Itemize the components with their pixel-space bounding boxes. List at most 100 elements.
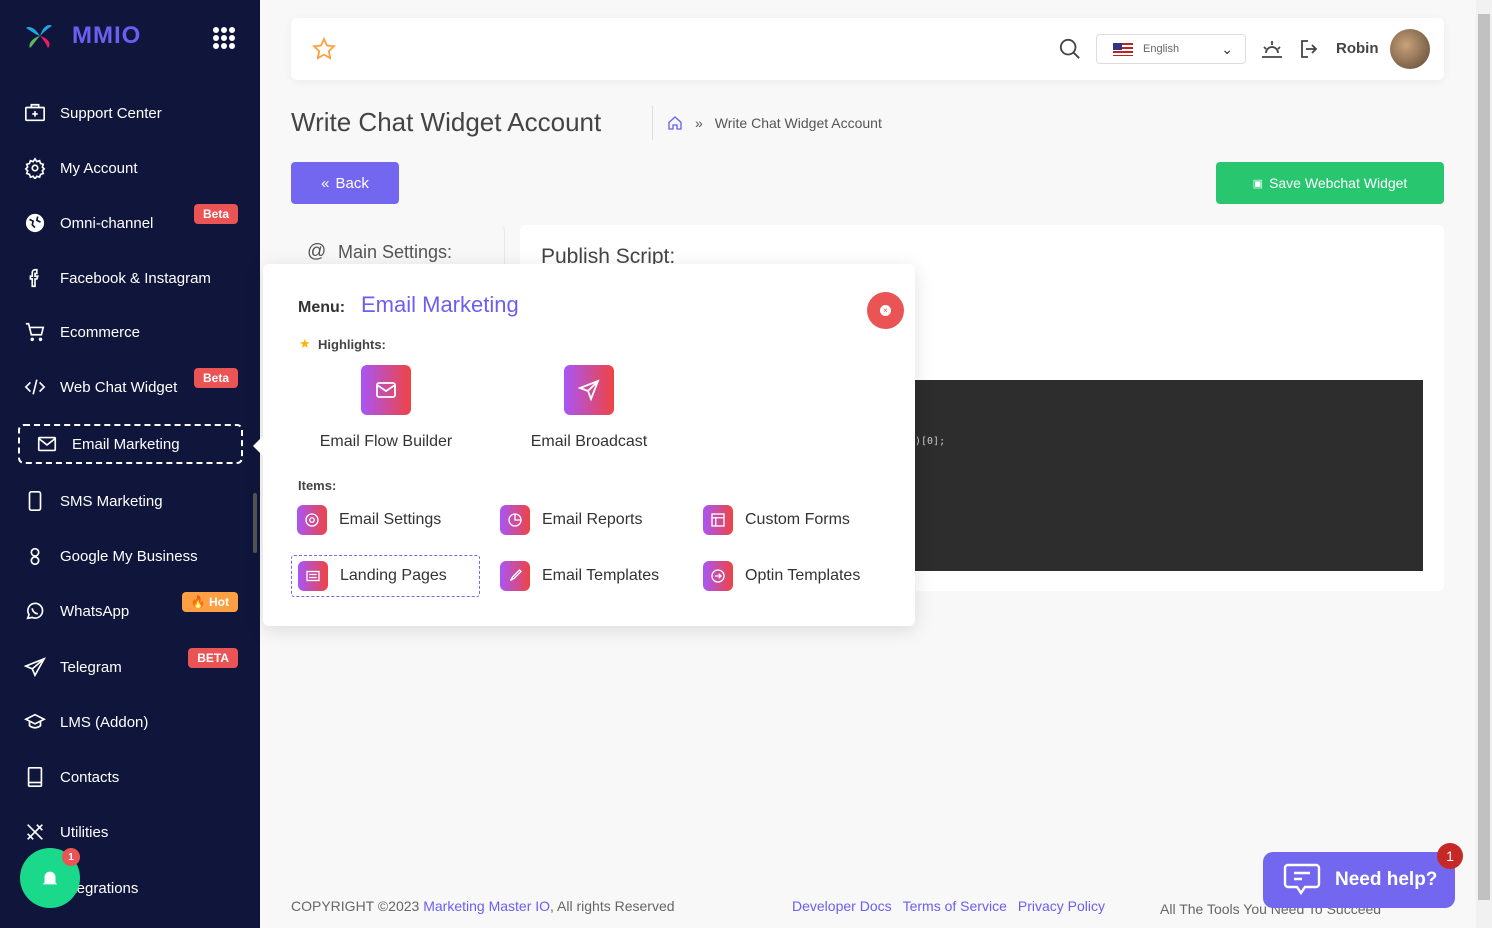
sidebar-item-web-chat-widget[interactable]: Web Chat Widget Beta xyxy=(24,368,238,398)
chevron-down-icon: ⌄ xyxy=(1221,40,1233,57)
page-title: Write Chat Widget Account xyxy=(291,107,602,137)
menu-item-email-templates[interactable]: Email Templates xyxy=(494,555,665,597)
menu-name: Email Marketing xyxy=(361,292,519,317)
help-count-badge: 1 xyxy=(1437,843,1463,869)
sidebar-badge: BETA xyxy=(188,648,238,668)
highlights-label: Highlights: xyxy=(318,337,386,352)
cart-icon xyxy=(25,322,45,342)
mail-icon xyxy=(37,436,57,452)
sidebar-item-label: Facebook & Instagram xyxy=(60,269,211,287)
back-button[interactable]: « Back xyxy=(291,162,399,204)
close-icon: × xyxy=(880,305,891,316)
sidebar-item-google-my-business[interactable]: Google My Business xyxy=(24,545,238,567)
privacy-policy-link[interactable]: Privacy Policy xyxy=(1018,898,1105,914)
graduation-icon xyxy=(24,713,46,729)
email-marketing-menu-popup: Menu: Email Marketing × ★ Highlights: Em… xyxy=(253,264,915,626)
sidebar-item-label: SMS Marketing xyxy=(60,492,163,510)
sidebar-item-label: WhatsApp xyxy=(60,602,130,620)
sidebar-scrollbar[interactable] xyxy=(253,493,257,553)
whatsapp-icon xyxy=(26,602,44,620)
theme-sun-icon[interactable] xyxy=(1260,37,1284,61)
sidebar-badge: Beta xyxy=(193,368,238,388)
save-webchat-widget-button[interactable]: ▣ Save Webchat Widget xyxy=(1216,162,1444,204)
first-aid-icon xyxy=(25,103,45,122)
back-label: Back xyxy=(335,174,369,192)
main-settings-label: Main Settings: xyxy=(338,242,453,262)
sidebar-item-label: Support Center xyxy=(60,104,162,122)
user-name[interactable]: Robin xyxy=(1336,40,1379,57)
need-help-button[interactable]: Need help? xyxy=(1263,852,1455,908)
highlight-email-broadcast[interactable]: Email Broadcast xyxy=(504,365,674,451)
menu-item-label: Email Reports xyxy=(542,511,643,528)
sidebar-item-omni-channel[interactable]: Omni-channel Beta xyxy=(24,204,238,234)
save-icon: ▣ xyxy=(1252,177,1264,190)
breadcrumb-separator: » xyxy=(695,115,703,131)
sidebar-item-whatsapp[interactable]: WhatsApp 🔥 Hot xyxy=(24,592,238,622)
menu-item-landing-pages[interactable]: Landing Pages xyxy=(291,555,480,597)
logout-icon[interactable] xyxy=(1298,37,1322,61)
footer-links: Developer Docs Terms of Service Privacy … xyxy=(792,898,1105,914)
sidebar-item-support-center[interactable]: Support Center xyxy=(24,102,238,124)
landing-page-icon xyxy=(298,561,328,591)
bell-icon xyxy=(42,871,58,887)
sidebar-item-utilities[interactable]: Utilities xyxy=(24,821,238,843)
star-icon[interactable] xyxy=(312,37,336,61)
code-icon xyxy=(24,379,46,395)
highlight-email-flow-builder[interactable]: Email Flow Builder xyxy=(301,365,471,451)
menu-item-optin-templates[interactable]: Optin Templates xyxy=(697,555,866,597)
brand-name: MMIO xyxy=(72,22,142,49)
breadcrumb-current: Write Chat Widget Account xyxy=(714,115,882,131)
sidebar-item-label: Contacts xyxy=(60,768,120,786)
copyright-suffix: , All rights Reserved xyxy=(550,898,675,914)
sidebar-item-label: LMS (Addon) xyxy=(60,713,149,731)
sidebar-badge: 🔥 Hot xyxy=(181,592,238,612)
menu-item-label: Landing Pages xyxy=(340,567,447,584)
language-select[interactable]: English ⌄ xyxy=(1096,34,1246,64)
save-label: Save Webchat Widget xyxy=(1269,175,1408,191)
page-scrollbar[interactable] xyxy=(1476,0,1492,928)
notification-count: 1 xyxy=(62,848,80,866)
company-link[interactable]: Marketing Master IO xyxy=(423,898,550,914)
apps-grid-icon[interactable] xyxy=(213,27,235,49)
telegram-icon xyxy=(24,657,46,678)
avatar[interactable] xyxy=(1390,29,1430,69)
sidebar-item-lms-addon[interactable]: LMS (Addon) xyxy=(24,711,238,733)
script-code-block[interactable]: )[0]; xyxy=(915,380,1423,571)
developer-docs-link[interactable]: Developer Docs xyxy=(792,898,892,914)
items-label: Items: xyxy=(298,478,337,493)
sidebar-item-email-marketing[interactable]: Email Marketing xyxy=(18,424,243,464)
menu-item-email-settings[interactable]: Email Settings xyxy=(291,499,447,541)
sidebar-item-facebook-instagram[interactable]: Facebook & Instagram xyxy=(24,267,238,289)
facebook-icon xyxy=(29,268,39,288)
home-icon[interactable] xyxy=(667,115,683,131)
sidebar-item-telegram[interactable]: Telegram BETA xyxy=(24,648,238,678)
sidebar: MMIO Support Center My Account Omni-channe… xyxy=(0,0,260,928)
copyright: COPYRIGHT ©2023 Marketing Master IO, All… xyxy=(291,898,675,914)
gear-icon xyxy=(297,505,327,535)
scrollbar-thumb[interactable] xyxy=(1478,14,1490,900)
menu-item-email-reports[interactable]: Email Reports xyxy=(494,499,648,541)
login-icon xyxy=(703,561,733,591)
logo-icon xyxy=(26,25,52,48)
sidebar-item-ecommerce[interactable]: Ecommerce xyxy=(24,321,238,343)
menu-item-label: Email Settings xyxy=(339,511,442,528)
language-label: English xyxy=(1143,43,1180,55)
sidebar-item-label: My Account xyxy=(60,159,138,177)
breadcrumb: » Write Chat Widget Account xyxy=(652,106,882,140)
search-icon[interactable] xyxy=(1059,38,1081,60)
globe-icon xyxy=(25,213,45,233)
copyright-prefix: COPYRIGHT ©2023 xyxy=(291,898,424,914)
sidebar-item-sms-marketing[interactable]: SMS Marketing xyxy=(24,490,238,512)
menu-item-custom-forms[interactable]: Custom Forms xyxy=(697,499,856,541)
us-flag-icon xyxy=(1113,42,1133,56)
chevrons-left-icon: « xyxy=(321,174,330,192)
at-icon: @ xyxy=(307,241,327,262)
menu-item-label: Custom Forms xyxy=(745,511,850,528)
terms-of-service-link[interactable]: Terms of Service xyxy=(903,898,1007,914)
close-popup-button[interactable]: × xyxy=(867,292,904,329)
sidebar-item-my-account[interactable]: My Account xyxy=(24,157,238,179)
send-icon xyxy=(564,365,614,415)
logo[interactable]: MMIO xyxy=(24,22,141,50)
menu-item-label: Optin Templates xyxy=(745,567,861,584)
sidebar-item-contacts[interactable]: Contacts xyxy=(24,766,238,788)
